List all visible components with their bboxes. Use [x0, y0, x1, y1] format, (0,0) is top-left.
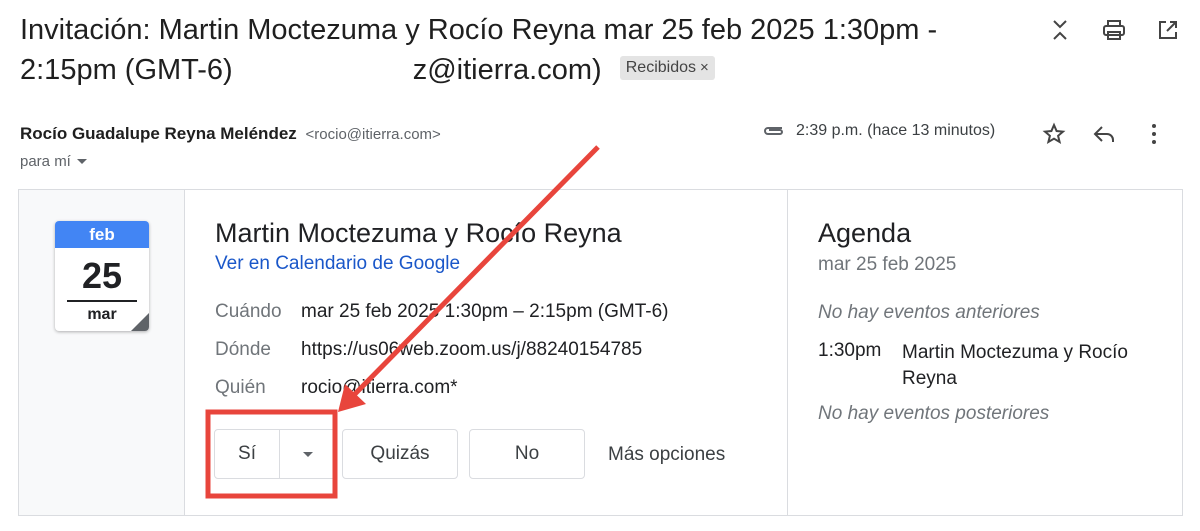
annotation-arrow-shaft [350, 145, 600, 399]
highlight-box [205, 409, 338, 499]
annotation-overlay [205, 145, 600, 499]
